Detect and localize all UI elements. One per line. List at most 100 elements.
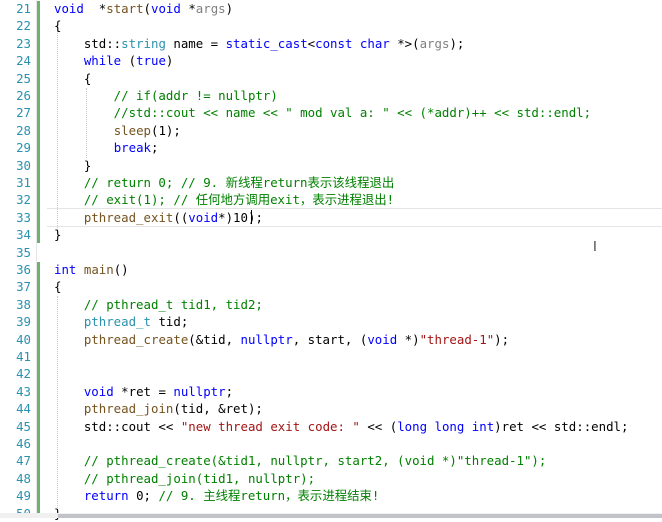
code-token: // 9. 主线程return，表示进程结束!: [158, 488, 380, 504]
code-token: // if(addr != nullptr): [54, 88, 278, 103]
change-indicator-bar: [37, 1, 40, 243]
code-token: // return 0; // 9. 新线程return表示该线程退出: [54, 175, 395, 190]
line-number: 24: [16, 53, 31, 69]
code-line[interactable]: {: [54, 70, 91, 87]
code-line[interactable]: pthread_t tid;: [54, 313, 188, 330]
code-token: std::: [54, 35, 122, 51]
code-token: const: [315, 35, 353, 51]
code-token: // exit(1); // 任何地方调用exit，表示进程退出!: [54, 192, 395, 208]
code-line[interactable]: pthread_create(&tid, nullptr, start, (vo…: [54, 331, 509, 348]
code-token: (1);: [151, 122, 181, 138]
code-token: ): [225, 1, 234, 16]
code-token: {: [54, 279, 62, 295]
code-line[interactable]: // return 0; // 9. 新线程return表示该线程退出: [54, 174, 394, 191]
code-token: (: [121, 53, 137, 69]
code-token: );: [494, 331, 510, 347]
code-line[interactable]: std::cout << "new thread exit code: " <<…: [54, 418, 629, 435]
code-token: args: [195, 1, 226, 16]
code-token: pthread_create: [83, 331, 189, 347]
code-token: return: [83, 488, 129, 504]
code-line[interactable]: while (true): [54, 52, 174, 69]
line-number: 21: [16, 1, 31, 16]
code-line[interactable]: {: [54, 17, 61, 34]
code-token: *): [397, 331, 420, 347]
code-line[interactable]: std::string name = static_cast<const cha…: [54, 35, 465, 52]
line-number: 29: [16, 140, 31, 156]
code-line[interactable]: // exit(1); // 任何地方调用exit，表示进程退出!: [54, 191, 394, 208]
code-token: static_cast: [225, 35, 308, 51]
code-token: {: [54, 70, 92, 86]
code-line[interactable]: int main(): [54, 261, 129, 278]
line-number: 23: [16, 35, 31, 51]
horizontal-scrollbar-thumb[interactable]: [58, 514, 662, 518]
code-token: *)10);: [218, 209, 263, 225]
code-token: void: [83, 383, 114, 399]
code-token: }: [54, 227, 62, 243]
line-number: 28: [16, 122, 31, 138]
code-token: (tid, &ret);: [173, 401, 263, 417]
code-line[interactable]: }: [54, 157, 91, 174]
line-number: 26: [16, 88, 31, 103]
code-line[interactable]: pthread_join(tid, &ret);: [54, 400, 263, 417]
code-token: *: [180, 1, 196, 16]
code-token: "thread-1": [419, 331, 495, 347]
line-number: 33: [16, 209, 31, 225]
code-line[interactable]: return 0; // 9. 主线程return，表示进程结束!: [54, 487, 380, 504]
line-number: 30: [16, 157, 31, 173]
line-number: 43: [16, 383, 31, 399]
code-token: sleep: [113, 122, 151, 138]
code-token: pthread_join: [83, 401, 174, 417]
code-line[interactable]: // if(addr != nullptr): [54, 87, 278, 104]
code-token: break: [113, 140, 151, 156]
code-line[interactable]: sleep(1);: [54, 122, 181, 139]
code-line[interactable]: //std::cout << name << " mod val a: " <<…: [54, 104, 591, 121]
line-number: 32: [16, 192, 31, 208]
line-number: 35: [16, 244, 31, 260]
code-line[interactable]: {: [54, 278, 61, 295]
code-line[interactable]: // pthread_t tid1, tid2;: [54, 296, 263, 313]
code-token: }: [54, 157, 92, 173]
code-token: *ret =: [113, 383, 174, 399]
code-token: nullptr: [173, 383, 226, 399]
code-token: (: [143, 1, 152, 16]
code-line[interactable]: break;: [54, 139, 159, 156]
line-number: 48: [16, 470, 31, 486]
code-editor[interactable]: void *start(void *args){ std::string nam…: [0, 0, 662, 521]
code-token: <: [307, 35, 316, 51]
line-number: 27: [16, 105, 31, 121]
code-line[interactable]: void *ret = nullptr;: [54, 383, 233, 400]
code-token: << (: [359, 418, 398, 434]
code-line[interactable]: // pthread_create(&tid1, nullptr, start2…: [54, 452, 547, 469]
line-number: 39: [16, 314, 31, 330]
ibeam-cursor-icon: I: [593, 240, 597, 255]
code-token: (&tid,: [188, 331, 241, 347]
code-token: void: [54, 1, 84, 16]
code-token: true: [136, 53, 166, 69]
code-token: args: [419, 35, 450, 51]
line-number: 41: [16, 349, 31, 364]
code-token: start: [106, 1, 144, 16]
code-token: void: [367, 331, 398, 347]
code-token: main: [83, 262, 114, 277]
text-caret: [251, 210, 252, 224]
code-line[interactable]: // pthread_join(tid1, nullptr);: [54, 470, 315, 487]
code-token: name =: [165, 35, 226, 51]
code-token: pthread_exit: [83, 209, 174, 225]
code-line[interactable]: pthread_exit((void*)10);: [54, 209, 263, 226]
code-token: long long int: [397, 418, 495, 434]
line-number: 37: [16, 279, 31, 295]
line-number: 36: [16, 262, 31, 277]
code-token: , start, (: [292, 331, 368, 347]
code-token: std::cout <<: [54, 418, 181, 434]
code-line[interactable]: }: [54, 226, 61, 243]
code-token: //std::cout << name << " mod val a: " <<…: [54, 105, 592, 121]
code-token: 0;: [128, 488, 159, 504]
code-line[interactable]: void *start(void *args): [54, 0, 233, 17]
